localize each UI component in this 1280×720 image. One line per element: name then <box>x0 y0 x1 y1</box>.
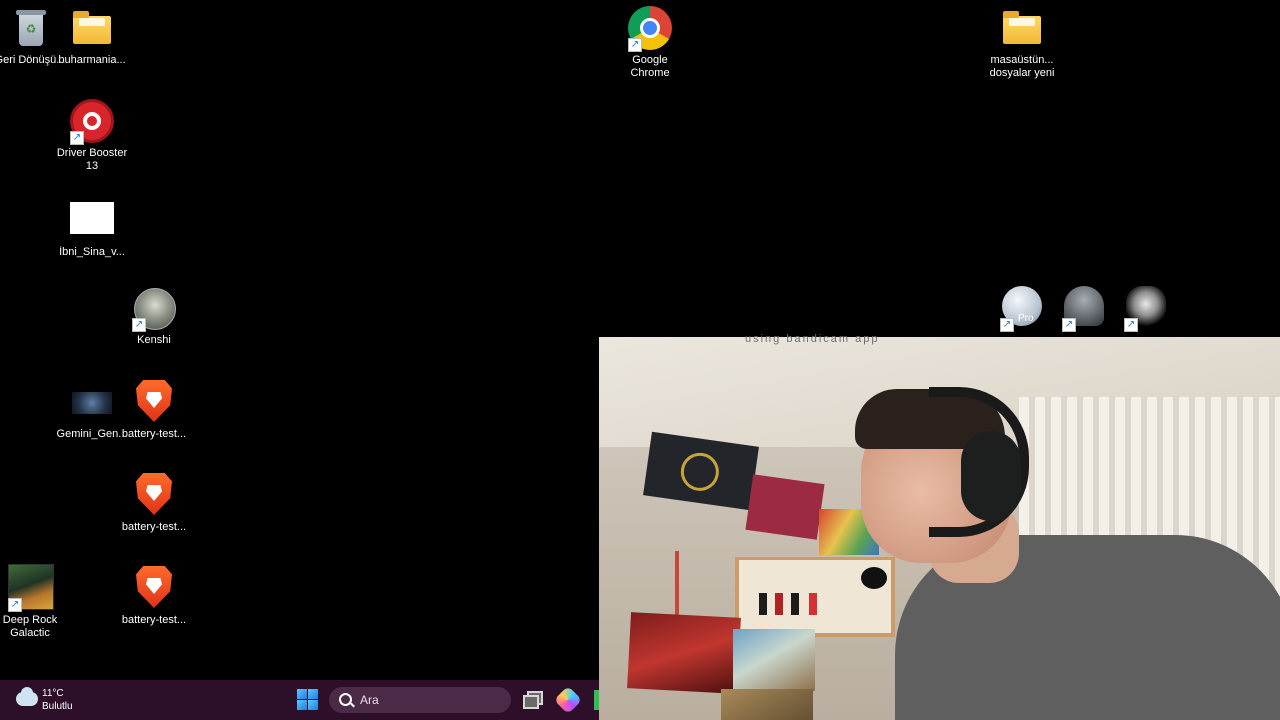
desktop-icon-label: Driver Booster 13 <box>56 147 128 172</box>
shortcut-arrow-icon: ↗ <box>1124 318 1138 332</box>
desktop-icon-label: Google Chrome <box>630 54 670 79</box>
shortcut-arrow-icon: ↗ <box>132 318 146 332</box>
image-thumbnail-icon <box>68 378 116 426</box>
desktop-icon-masaustu-folder[interactable]: masaüstün... dosyalar yeni <box>986 4 1058 80</box>
desktop: ♻ Geri Dönüşü... buharmania... ↗ Google … <box>0 0 1280 720</box>
webcam-headset-earcup <box>961 431 1021 521</box>
shortcut-arrow-icon: ↗ <box>628 38 642 52</box>
webcam-overlay <box>599 337 1280 720</box>
webcam-flag-black <box>643 431 759 511</box>
desktop-icon-label: buharmania... <box>58 54 126 66</box>
webcam-poster-red <box>627 612 741 694</box>
shortcut-arrow-icon: ↗ <box>8 598 22 612</box>
windows-start-button[interactable] <box>297 689 319 711</box>
brave-icon <box>130 378 178 426</box>
desktop-icon-google-chrome[interactable]: ↗ Google Chrome <box>614 4 686 80</box>
pubg-helmet-icon: ↗ <box>1060 284 1108 332</box>
chrome-icon: ↗ <box>626 4 674 52</box>
taskbar-app-icon-partial[interactable] <box>594 690 599 710</box>
desktop-icon-label: battery-test... <box>121 428 187 440</box>
desktop-icon-label: Kenshi <box>137 334 171 346</box>
cloud-icon <box>16 687 38 706</box>
folder-icon <box>998 4 1046 52</box>
weather-widget[interactable]: 11°C Bulutlu <box>12 686 102 714</box>
kenshi-icon: ↗ <box>1122 284 1170 332</box>
search-placeholder: Ara <box>360 693 379 707</box>
shortcut-arrow-icon: ↗ <box>70 131 84 145</box>
desktop-icon-battery-test-1[interactable]: battery-test... <box>118 378 190 441</box>
desktop-icon-deep-rock-galactic[interactable]: ↗ Deep Rock Galactic <box>0 564 66 640</box>
desktop-icon-ibni-sina[interactable]: İbni_Sina_v... <box>56 196 128 259</box>
desktop-icon-label: battery-test... <box>121 614 187 626</box>
shortcut-arrow-icon: ↗ <box>1062 318 1076 332</box>
webcam-poster-blue <box>733 629 815 691</box>
weather-temperature: 11°C <box>42 688 64 699</box>
document-thumbnail-icon <box>68 196 116 244</box>
copilot-icon[interactable] <box>553 685 583 715</box>
driver-booster-icon: ↗ <box>68 97 116 145</box>
desktop-icon-battery-test-2[interactable]: battery-test... <box>118 471 190 534</box>
deep-rock-galactic-icon: ↗ <box>6 564 54 612</box>
recorder-watermark: using bandicam app <box>745 333 880 345</box>
kenshi-icon: ↗ <box>130 284 178 332</box>
desktop-icon-battery-test-3[interactable]: battery-test... <box>118 564 190 627</box>
webcam-poster-brown <box>721 689 813 720</box>
desktop-icon-label: İbni_Sina_v... <box>59 246 125 258</box>
taskbar-search-box[interactable]: Ara <box>329 687 511 713</box>
desktop-icon-kenshi-2[interactable]: ↗ <box>1110 284 1182 334</box>
desktop-icon-driver-booster[interactable]: ↗ Driver Booster 13 <box>56 97 128 173</box>
desktop-icon-label: masaüstün... dosyalar yeni <box>989 54 1055 79</box>
google-earth-icon: Pro ↗ <box>998 284 1046 332</box>
windows-logo-icon <box>297 689 307 699</box>
taskbar: 11°C Bulutlu Ara <box>0 680 599 720</box>
weather-condition: Bulutlu <box>42 701 73 712</box>
task-view-button[interactable] <box>523 691 543 709</box>
webcam-flag-red <box>745 474 825 540</box>
webcam-microphone <box>861 567 887 589</box>
folder-icon <box>68 4 116 52</box>
desktop-icon-kenshi[interactable]: ↗ Kenshi <box>118 284 190 347</box>
shortcut-arrow-icon: ↗ <box>1000 318 1014 332</box>
desktop-icon-label: Deep Rock Galactic <box>2 614 58 639</box>
desktop-icon-buharmania[interactable]: buharmania... <box>56 4 128 67</box>
brave-icon <box>130 471 178 519</box>
brave-icon <box>130 564 178 612</box>
desktop-icon-label: battery-test... <box>121 521 187 533</box>
pro-badge: Pro <box>1018 313 1034 324</box>
search-icon <box>339 693 352 706</box>
recycle-bin-icon: ♻ <box>6 4 54 52</box>
